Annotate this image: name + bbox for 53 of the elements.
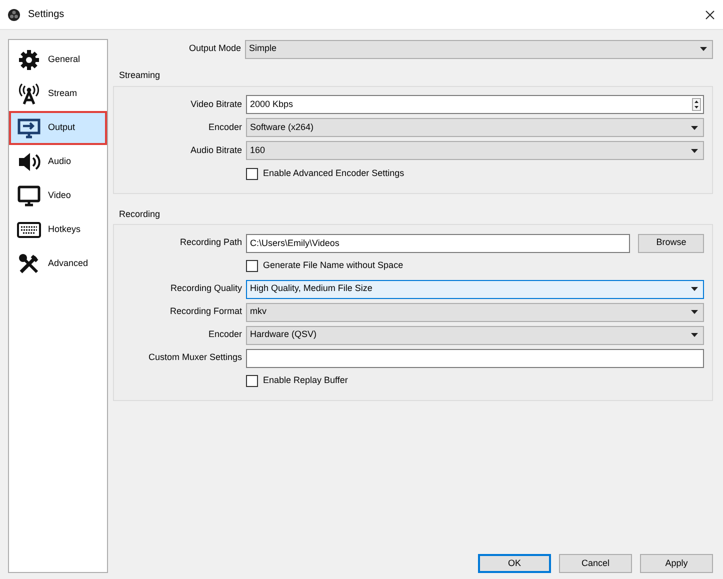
field-label: Recording Quality [169, 282, 242, 296]
gear-icon [17, 48, 41, 72]
sidebar-item[interactable]: Video [9, 179, 107, 213]
field-label: Encoder [207, 120, 242, 134]
dropdown[interactable]: 160 [246, 141, 704, 160]
close-icon[interactable] [705, 10, 715, 20]
dropdown[interactable]: Simple [245, 40, 713, 58]
sidebar-item[interactable]: Audio [9, 145, 107, 179]
browse-button[interactable]: Browse [638, 234, 704, 252]
dropdown-arrow-icon [691, 126, 698, 130]
sidebar-item[interactable]: Hotkeys [9, 213, 107, 247]
section-title: Streaming [118, 69, 160, 82]
dropdown[interactable]: Hardware (QSV) [246, 326, 704, 344]
dropdown[interactable]: mkv [246, 302, 704, 322]
spinner-arrows-icon[interactable] [692, 98, 701, 111]
dropdown[interactable]: High Quality, Medium File Size [246, 280, 704, 298]
tools-icon [17, 252, 41, 276]
antenna-icon [17, 82, 41, 106]
number-field[interactable]: 2000 Kbps [246, 95, 704, 114]
section-title: Recording [118, 208, 160, 221]
dropdown-arrow-icon [691, 148, 698, 152]
field-label: Recording Path [178, 236, 242, 250]
checkbox-label[interactable]: Enable Advanced Encoder Settings [263, 166, 404, 180]
checkbox[interactable] [246, 375, 258, 387]
dropdown[interactable]: Software (x264) [246, 118, 704, 137]
text-field[interactable] [246, 348, 704, 368]
checkbox[interactable] [246, 168, 258, 180]
checkbox-label[interactable]: Generate File Name without Space [263, 259, 404, 273]
field-label: Output Mode [188, 42, 241, 56]
checkbox[interactable] [246, 260, 258, 272]
checkbox-label[interactable]: Enable Replay Buffer [263, 374, 348, 388]
field-label: Encoder [207, 328, 242, 342]
field-label: Audio Bitrate [189, 144, 242, 157]
monitor-icon [17, 184, 41, 208]
dropdown-arrow-icon [691, 333, 698, 337]
sidebar-item[interactable]: Advanced [9, 247, 107, 281]
dropdown-arrow-icon [691, 310, 698, 314]
sidebar-item[interactable]: Stream [9, 77, 107, 111]
field-label: Recording Format [168, 305, 242, 318]
dialog-button[interactable]: Apply [640, 554, 713, 573]
monitor-arrow-icon [17, 116, 41, 140]
dialog-button[interactable]: OK [478, 554, 551, 573]
field-label: Custom Muxer Settings [147, 351, 242, 364]
sidebar-item[interactable]: Output [9, 111, 107, 145]
path-field[interactable]: C:\Users\Emily\Videos [246, 234, 630, 252]
dialog-button[interactable]: Cancel [559, 554, 632, 573]
sidebar-item[interactable]: General [9, 43, 107, 77]
window-title: Settings [28, 8, 66, 22]
speaker-icon [17, 150, 41, 174]
dropdown-arrow-icon [700, 47, 707, 51]
dropdown-arrow-icon [691, 287, 698, 291]
app-logo-icon [8, 8, 20, 20]
field-label: Video Bitrate [190, 98, 242, 111]
